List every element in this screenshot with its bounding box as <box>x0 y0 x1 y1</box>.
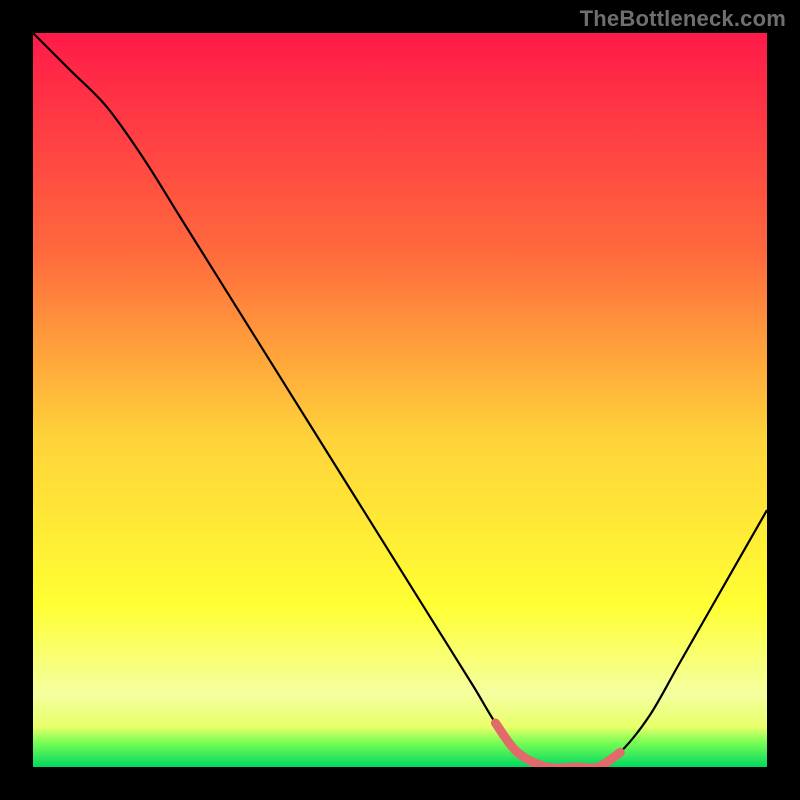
optimal-range-highlight <box>495 723 620 767</box>
gradient-background <box>33 33 767 767</box>
bottleneck-curve <box>33 33 767 767</box>
chart-frame: TheBottleneck.com <box>0 0 800 800</box>
curve-path <box>33 33 767 767</box>
attribution-text: TheBottleneck.com <box>580 6 786 32</box>
plot-area <box>33 33 767 767</box>
